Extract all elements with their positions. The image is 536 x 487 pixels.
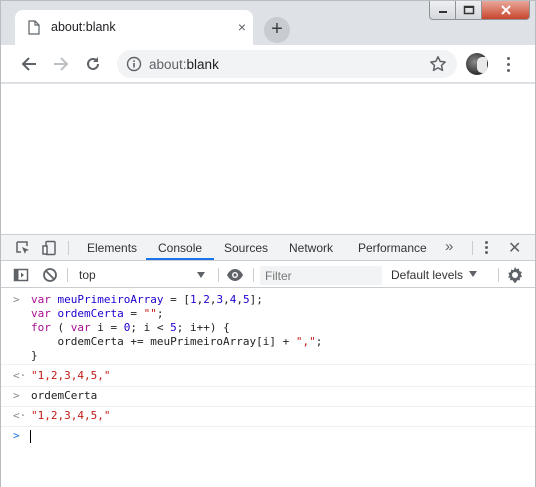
code-line: for ( var i = 0; i < 5; i++) { [31, 321, 230, 334]
code-line: } [31, 349, 38, 362]
devtools-menu-button[interactable] [485, 241, 488, 254]
tab-elements[interactable]: Elements [87, 241, 137, 255]
inspect-icon [16, 241, 29, 254]
profile-avatar[interactable] [466, 53, 488, 75]
chevron-down-icon [197, 272, 205, 278]
tab-console[interactable]: Console [158, 241, 202, 255]
result-value: "1,2,3,4,5," [31, 369, 111, 382]
block-icon [43, 268, 57, 282]
console-result-entry: <· "1,2,3,4,5," [1, 407, 535, 427]
toolbar-divider [253, 268, 254, 282]
back-arrow-icon [21, 57, 36, 71]
device-toolbar-button[interactable] [41, 239, 59, 257]
tab-performance[interactable]: Performance [358, 241, 427, 255]
eye-icon [227, 269, 243, 281]
input-prompt-icon: > [13, 389, 20, 402]
gear-icon[interactable] [506, 266, 524, 284]
console-result-entry: <· "1,2,3,4,5," [1, 367, 535, 387]
code-line: ordemCerta += meuPrimeiroArray[i] + ","; [31, 335, 323, 348]
toolbar-divider [472, 241, 473, 255]
more-tabs-button[interactable]: » [445, 238, 453, 255]
info-icon [126, 56, 142, 72]
log-levels-label: Default levels [391, 268, 464, 282]
show-sidebar-button[interactable] [12, 266, 30, 284]
live-expression-button[interactable] [226, 266, 244, 284]
active-tab-indicator [146, 258, 214, 260]
chevron-down-icon [469, 271, 478, 277]
devtools-close-button[interactable]: ✕ [508, 238, 521, 258]
context-value: top [79, 268, 96, 282]
reload-icon [87, 57, 99, 70]
console-output[interactable]: > var meuPrimeiroArray = [1,2,3,4,5]; va… [1, 289, 535, 487]
minimize-button[interactable] [429, 1, 456, 20]
text-caret [30, 430, 31, 443]
filter-input[interactable] [260, 266, 382, 285]
browser-tab[interactable]: about:blank × [15, 10, 253, 45]
window-close-button[interactable] [482, 1, 530, 20]
close-icon [500, 5, 511, 15]
context-selector[interactable]: top [71, 265, 213, 285]
input-prompt-icon: > [13, 429, 20, 442]
toolbar-divider [67, 268, 68, 282]
browser-window: about:blank × + about:blank Elements Con… [0, 0, 536, 487]
tab-title: about:blank [51, 20, 116, 34]
browser-menu-button[interactable] [498, 53, 518, 75]
page-content [1, 84, 535, 234]
inspect-element-button[interactable] [14, 239, 32, 257]
code-line: var ordemCerta = ""; [31, 307, 164, 320]
tab-strip: about:blank × + [1, 1, 535, 45]
clear-console-button[interactable] [41, 266, 59, 284]
device-icon [42, 240, 56, 256]
output-prompt-icon: <· [13, 369, 27, 382]
console-toolbar: top Default levels [1, 262, 535, 288]
output-prompt-icon: <· [13, 409, 27, 422]
devtools-tab-bar: Elements Console Sources Network Perform… [1, 235, 535, 261]
console-input-entry: > ordemCerta [1, 387, 535, 407]
devtools-panel: Elements Console Sources Network Perform… [1, 234, 535, 487]
toolbar-divider [218, 268, 219, 282]
url-path: blank [186, 57, 219, 72]
toolbar-divider [498, 268, 499, 282]
address-bar[interactable]: about:blank [117, 50, 457, 78]
toolbar-divider [68, 241, 69, 255]
back-button[interactable] [15, 51, 43, 77]
result-value: "1,2,3,4,5," [31, 409, 111, 422]
minimize-icon [438, 11, 447, 13]
console-prompt[interactable]: > [1, 427, 535, 447]
tab-sources[interactable]: Sources [224, 241, 268, 255]
url-text: about:blank [149, 57, 219, 72]
reload-button[interactable] [79, 51, 107, 77]
console-input-entry: > var meuPrimeiroArray = [1,2,3,4,5]; va… [1, 293, 535, 365]
maximize-button[interactable] [456, 1, 482, 20]
code-line: var meuPrimeiroArray = [1,2,3,4,5]; [31, 293, 263, 306]
forward-button[interactable] [47, 51, 75, 77]
tab-close-button[interactable]: × [234, 19, 250, 35]
window-controls [429, 1, 535, 21]
url-scheme: about: [149, 57, 187, 72]
log-levels-dropdown[interactable]: Default levels [391, 268, 478, 282]
tab-network[interactable]: Network [289, 241, 333, 255]
code-line: ordemCerta [31, 389, 98, 402]
new-tab-button[interactable]: + [264, 17, 290, 43]
forward-arrow-icon [54, 57, 69, 71]
bookmark-star-icon[interactable] [429, 55, 447, 73]
browser-toolbar: about:blank [1, 45, 535, 83]
maximize-icon [463, 5, 474, 15]
sidebar-icon [13, 268, 29, 282]
page-icon [28, 20, 40, 35]
input-prompt-icon: > [13, 293, 20, 306]
